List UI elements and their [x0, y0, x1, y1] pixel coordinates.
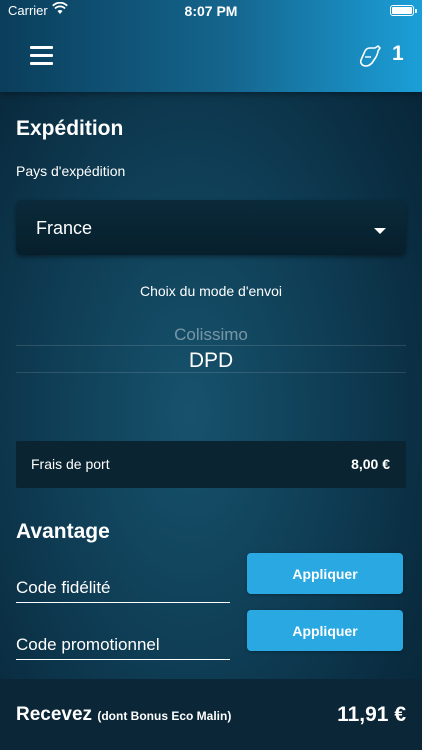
- shipping-fee-value: 8,00 €: [351, 456, 390, 472]
- shipping-title: Expédition: [16, 117, 124, 140]
- shipping-mode-picker[interactable]: Colissimo DPD: [16, 320, 406, 390]
- country-select-value: France: [36, 218, 93, 238]
- country-select[interactable]: France: [16, 200, 406, 255]
- receive-label-sub: (dont Bonus Eco Malin): [97, 709, 232, 723]
- total-amount: 11,91 €: [337, 703, 406, 726]
- picker-option-colissimo[interactable]: Colissimo: [16, 325, 406, 345]
- receive-label: Recevez (dont Bonus Eco Malin): [16, 704, 231, 726]
- shipping-mode-label: Choix du mode d'envoi: [140, 283, 282, 299]
- promo-code-placeholder: Code promotionnel: [16, 635, 160, 654]
- apply-promo-button[interactable]: Appliquer: [247, 610, 403, 651]
- loyalty-code-field[interactable]: Code fidélité: [16, 572, 230, 603]
- cart-icon[interactable]: [357, 43, 383, 69]
- picker-option-selected[interactable]: DPD: [16, 349, 406, 373]
- receive-label-main: Recevez: [16, 704, 93, 725]
- cart-count-badge[interactable]: 1: [392, 42, 404, 66]
- hamburger-menu-icon[interactable]: [30, 46, 53, 66]
- loyalty-code-placeholder: Code fidélité: [16, 578, 111, 597]
- country-label: Pays d'expédition: [16, 163, 126, 179]
- apply-loyalty-button[interactable]: Appliquer: [247, 553, 403, 594]
- picker-divider-top: [16, 345, 406, 346]
- status-bar: Carrier 8:07 PM: [0, 0, 422, 22]
- checkout-footer[interactable]: Recevez (dont Bonus Eco Malin) 11,91 €: [0, 679, 422, 750]
- status-time: 8:07 PM: [184, 3, 238, 19]
- chevron-down-icon: [374, 228, 386, 234]
- shipping-fee-label: Frais de port: [31, 456, 110, 472]
- promo-code-field[interactable]: Code promotionnel: [16, 629, 230, 660]
- shipping-fee-row: Frais de port 8,00 €: [16, 441, 406, 488]
- picker-divider-bottom: [16, 372, 406, 373]
- advantage-title: Avantage: [16, 520, 110, 543]
- battery-icon: [390, 5, 417, 16]
